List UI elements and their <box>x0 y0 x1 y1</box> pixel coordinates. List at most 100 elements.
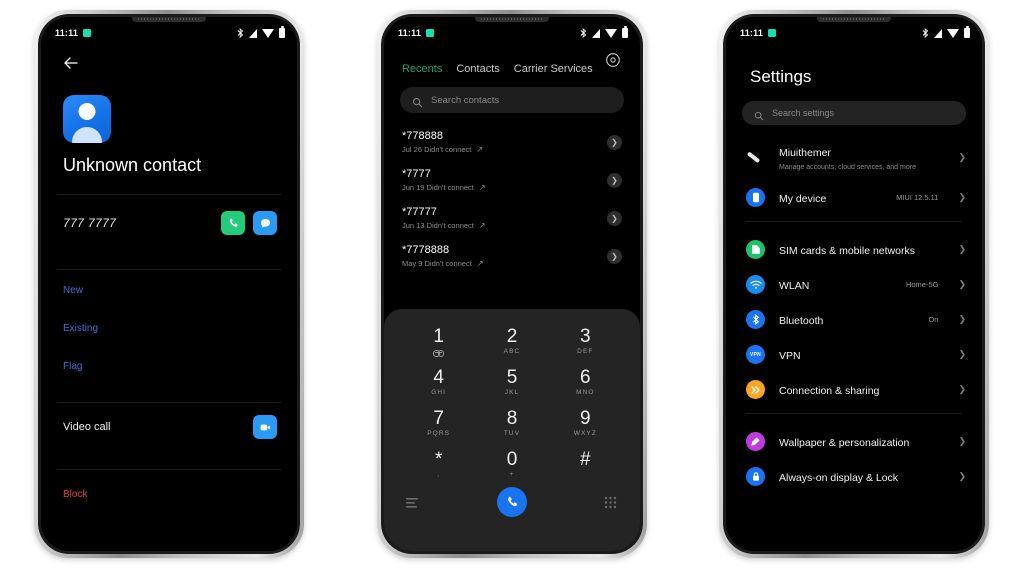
battery-icon <box>964 26 970 38</box>
option-label: Existing <box>63 323 99 334</box>
option-existing[interactable]: Existing <box>41 308 297 346</box>
dialpad-key-star[interactable]: * , <box>402 446 475 481</box>
settings-row-connection-sharing[interactable]: Connection & sharing ❯ <box>726 372 982 407</box>
dialer-tabs: Recents Contacts Carrier Services <box>384 41 640 75</box>
option-flag[interactable]: Flag <box>41 346 297 384</box>
tab-contacts[interactable]: Contacts <box>456 63 499 75</box>
search-icon <box>754 108 764 121</box>
search-contacts-input[interactable]: Search contacts <box>400 87 624 113</box>
message-bubble-icon[interactable] <box>253 211 277 235</box>
bluetooth-icon <box>922 28 929 38</box>
dialpad-key-4[interactable]: 4 GHI <box>402 364 475 399</box>
settings-group: Miuithemer Manage accounts, cloud servic… <box>726 135 982 215</box>
dialpad-key-hash[interactable]: # <box>549 446 622 481</box>
status-time: 11:11 <box>398 28 422 38</box>
key-number: 0 <box>506 449 518 470</box>
divider <box>746 413 962 415</box>
block-row[interactable]: Block <box>41 470 297 512</box>
settings-row-vpn[interactable]: VPN VPN ❯ <box>726 337 982 372</box>
outgoing-arrow-icon: ↗ <box>478 183 486 192</box>
wifi-icon <box>605 28 617 38</box>
tab-recents[interactable]: Recents <box>402 63 442 75</box>
phone-number-row[interactable]: 777 7777 <box>41 195 297 251</box>
settings-row-always-on-display[interactable]: Always-on display & Lock ❯ <box>726 459 982 494</box>
chevron-right-icon[interactable]: ❯ <box>607 134 622 150</box>
bluetooth-icon <box>746 310 765 330</box>
battery-icon <box>279 26 285 38</box>
status-indicator-dot <box>426 29 435 37</box>
row-label: My device <box>779 192 827 205</box>
row-label: Bluetooth <box>779 314 824 327</box>
option-new[interactable]: New <box>41 270 297 308</box>
voicemail-icon <box>433 350 445 357</box>
list-icon[interactable] <box>406 496 420 508</box>
phone-device-2: 11:11 Recents Contacts Carrier Services … <box>377 10 647 558</box>
signal-icon <box>934 28 942 38</box>
chevron-right-icon[interactable]: ❯ <box>607 210 622 226</box>
dialpad-key-7[interactable]: 7 PQRS <box>402 405 475 440</box>
signal-icon <box>249 28 257 38</box>
chevron-right-icon[interactable]: ❯ <box>607 248 622 264</box>
key-letters: GHI <box>431 389 447 396</box>
key-number: 3 <box>580 326 591 347</box>
dialpad-key-1[interactable]: 1 <box>402 323 475 358</box>
call-number: *7778888 <box>402 244 450 256</box>
dialpad-keys: 1 2 ABC 3 DEF 4 GHI 5 JKL 6 MNO 7 PQRS 8… <box>402 323 622 481</box>
settings-row-sim-cards[interactable]: SIM cards & mobile networks ❯ <box>726 232 982 267</box>
call-number: *778888 <box>402 130 443 142</box>
block-label: Block <box>63 489 88 500</box>
chevron-right-icon: ❯ <box>958 436 966 447</box>
dialpad-grid-icon[interactable] <box>604 496 618 509</box>
row-label: Always-on display & Lock <box>779 471 899 484</box>
tab-carrier-services[interactable]: Carrier Services <box>514 63 593 75</box>
settings-row-my-device[interactable]: My device MIUI 12.5.11 ❯ <box>726 180 982 215</box>
search-icon <box>412 95 423 107</box>
row-label: VPN <box>779 349 801 362</box>
chevron-right-icon: ❯ <box>958 279 966 290</box>
key-number: 7 <box>433 408 444 429</box>
dialpad-key-5[interactable]: 5 JKL <box>475 364 548 399</box>
dialpad-key-2[interactable]: 2 ABC <box>475 323 548 358</box>
row-label: Connection & sharing <box>779 384 880 397</box>
dialpad-key-6[interactable]: 6 MNO <box>549 364 622 399</box>
call-detail: Jun 19 Didn't connect <box>402 183 474 192</box>
phone-device-1: 11:11 Unknown contact 777 7777 New Exist… <box>34 10 304 558</box>
phone-call-icon[interactable] <box>221 211 245 235</box>
chevron-right-icon[interactable]: ❯ <box>607 172 622 188</box>
call-log-row[interactable]: *77777 Jun 13 Didn't connect ↗ ❯ <box>384 199 640 237</box>
row-subtitle: Manage accounts, cloud services, and mor… <box>779 164 916 171</box>
wifi-icon <box>746 275 765 295</box>
dialpad-key-8[interactable]: 8 TUV <box>475 405 548 440</box>
call-log-row[interactable]: *778888 Jul 26 Didn't connect ↗ ❯ <box>384 123 640 161</box>
person-avatar-icon <box>63 95 111 143</box>
call-log-row[interactable]: *7778888 May 9 Didn't connect ↗ ❯ <box>384 237 640 275</box>
key-number: 8 <box>506 408 518 429</box>
gear-icon[interactable] <box>604 51 622 69</box>
key-letters: WXYZ <box>573 430 597 437</box>
call-button[interactable] <box>497 487 527 517</box>
notch <box>475 17 549 22</box>
settings-row-miuithemer[interactable]: Miuithemer Manage accounts, cloud servic… <box>726 135 982 180</box>
video-camera-icon[interactable] <box>253 415 277 439</box>
page-title: Settings <box>750 67 812 86</box>
search-settings-input[interactable]: Search settings <box>742 101 966 125</box>
key-number: 2 <box>506 326 518 347</box>
settings-row-bluetooth[interactable]: Bluetooth On ❯ <box>726 302 982 337</box>
settings-group: SIM cards & mobile networks ❯ WLAN Home-… <box>726 232 982 407</box>
dialpad-key-3[interactable]: 3 DEF <box>549 323 622 358</box>
dialpad-key-0[interactable]: 0 + <box>475 446 548 481</box>
call-detail: Jun 13 Didn't connect <box>402 221 474 230</box>
chevron-right-icon: ❯ <box>958 384 966 395</box>
dialpad-key-9[interactable]: 9 WXYZ <box>549 405 622 440</box>
key-letters: MNO <box>576 389 595 396</box>
settings-row-wallpaper[interactable]: Wallpaper & personalization ❯ <box>726 424 982 459</box>
video-call-row[interactable]: Video call <box>41 403 297 451</box>
row-label: WLAN <box>779 279 810 292</box>
settings-row-wlan[interactable]: WLAN Home-5G ❯ <box>726 267 982 302</box>
vpn-icon: VPN <box>746 345 765 365</box>
back-arrow-icon[interactable] <box>61 53 81 73</box>
status-indicator-dot <box>83 29 92 37</box>
row-value: MIUI 12.5.11 <box>896 193 939 203</box>
screenshot-stage: 11:11 Unknown contact 777 7777 New Exist… <box>0 0 1024 576</box>
call-log-row[interactable]: *7777 Jun 19 Didn't connect ↗ ❯ <box>384 161 640 199</box>
